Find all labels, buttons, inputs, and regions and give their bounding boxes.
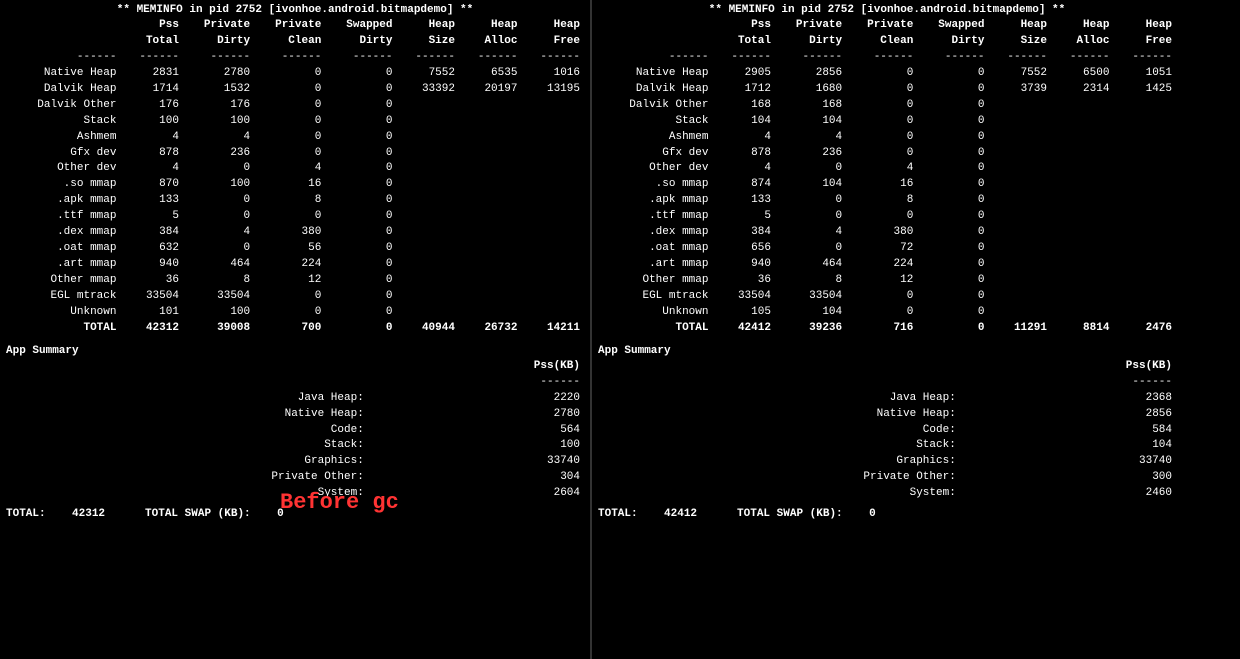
left-meminfo-table: PssTotal PrivateDirty PrivateClean Swapp… xyxy=(6,18,584,337)
right-col-pss: PssTotal xyxy=(712,18,774,50)
table-row: .apk mmap133080 xyxy=(598,193,1176,209)
left-title: ** MEMINFO in pid 2752 [ivonhoe.android.… xyxy=(6,4,584,16)
col-label xyxy=(6,18,120,50)
table-row: .ttf mmap5000 xyxy=(598,209,1176,225)
right-col-swapped-dirty: SwappedDirty xyxy=(917,18,988,50)
table-row: Stack10010000 xyxy=(6,114,584,130)
right-swap-label: TOTAL SWAP (KB): 0 xyxy=(737,508,876,520)
col-heap-free: HeapFree xyxy=(521,18,584,50)
table-row: Other dev4040 xyxy=(598,161,1176,177)
table-row: Gfx dev87823600 xyxy=(598,146,1176,162)
col-heap-size: HeapSize xyxy=(396,18,458,50)
table-row: .oat mmap6320560 xyxy=(6,241,584,257)
left-app-header: Pss(KB) xyxy=(6,359,584,375)
col-pss: PssTotal xyxy=(120,18,182,50)
table-row: EGL mtrack335043350400 xyxy=(6,289,584,305)
table-row: Native Heap2831278000755265351016 xyxy=(6,66,584,82)
table-row: .so mmap870100160 xyxy=(6,177,584,193)
table-row: Stack10410400 xyxy=(598,114,1176,130)
table-row: Dalvik Other16816800 xyxy=(598,98,1176,114)
list-item: Native Heap:2780 xyxy=(6,407,584,423)
table-row: Other dev4040 xyxy=(6,161,584,177)
right-col-label xyxy=(598,18,712,50)
left-psskb-header: Pss(KB) xyxy=(368,359,584,375)
list-item: Stack:104 xyxy=(598,438,1176,454)
table-row: Unknown10510400 xyxy=(598,305,1176,321)
table-row: Ashmem4400 xyxy=(598,130,1176,146)
before-gc-label: Before gc xyxy=(280,490,399,515)
right-col-heap-free: HeapFree xyxy=(1113,18,1176,50)
list-item: Graphics:33740 xyxy=(598,454,1176,470)
list-item: Private Other:300 xyxy=(598,470,1176,486)
left-app-dash: ------ xyxy=(6,375,584,391)
table-row: TOTAL424123923671601129188142476 xyxy=(598,321,1176,337)
table-row: EGL mtrack335043350400 xyxy=(598,289,1176,305)
table-row: .dex mmap38443800 xyxy=(598,225,1176,241)
table-row: Other mmap368120 xyxy=(598,273,1176,289)
table-row: Native Heap2905285600755265001051 xyxy=(598,66,1176,82)
right-col-heap-size: HeapSize xyxy=(988,18,1050,50)
table-row: .oat mmap6560720 xyxy=(598,241,1176,257)
right-col-priv-clean: PrivateClean xyxy=(846,18,917,50)
list-item: Private Other:304 xyxy=(6,470,584,486)
right-total-label: TOTAL: 42412 xyxy=(598,508,697,520)
table-row: .apk mmap133080 xyxy=(6,193,584,209)
table-row: Dalvik Other17617600 xyxy=(6,98,584,114)
table-row: Dalvik Heap1714153200333922019713195 xyxy=(6,82,584,98)
list-item: Native Heap:2856 xyxy=(598,407,1176,423)
right-table-body: Native Heap2905285600755265001051Dalvik … xyxy=(598,66,1176,337)
table-row: Ashmem4400 xyxy=(6,130,584,146)
table-row: Dalvik Heap1712168000373923141425 xyxy=(598,82,1176,98)
right-psskb-header: Pss(KB) xyxy=(960,359,1176,375)
table-row: .art mmap9404642240 xyxy=(598,257,1176,273)
left-dash-row: ------ ------ ------ ------ ------ -----… xyxy=(6,50,584,66)
right-col-heap-alloc: HeapAlloc xyxy=(1051,18,1113,50)
col-heap-alloc: HeapAlloc xyxy=(459,18,521,50)
table-row: Gfx dev87823600 xyxy=(6,146,584,162)
list-item: System:2460 xyxy=(598,486,1176,502)
right-col-priv-dirty: PrivateDirty xyxy=(775,18,846,50)
col-priv-clean: PrivateClean xyxy=(254,18,325,50)
col-priv-dirty: PrivateDirty xyxy=(183,18,254,50)
list-item: Java Heap:2368 xyxy=(598,391,1176,407)
left-panel: ** MEMINFO in pid 2752 [ivonhoe.android.… xyxy=(0,0,590,659)
right-dash-row: ------ ------ ------ ------ ------ -----… xyxy=(598,50,1176,66)
left-app-summary-title: App Summary xyxy=(6,345,584,357)
right-bottom: TOTAL: 42412 TOTAL SWAP (KB): 0 xyxy=(598,508,1176,520)
right-panel: ** MEMINFO in pid 2752 [ivonhoe.android.… xyxy=(592,0,1182,659)
table-row: .dex mmap38443800 xyxy=(6,225,584,241)
right-app-summary-table: Pss(KB) ------ Java Heap:2368Native Heap… xyxy=(598,359,1176,502)
left-total-label: TOTAL: 42312 xyxy=(6,508,105,520)
left-swap-label: TOTAL SWAP (KB): 0 xyxy=(145,508,284,520)
right-header-row: PssTotal PrivateDirty PrivateClean Swapp… xyxy=(598,18,1176,50)
table-row: Other mmap368120 xyxy=(6,273,584,289)
list-item: Graphics:33740 xyxy=(6,454,584,470)
col-swapped-dirty: SwappedDirty xyxy=(325,18,396,50)
right-app-summary: App Summary Pss(KB) ------ Java Heap:236… xyxy=(598,345,1176,520)
left-app-summary-table: Pss(KB) ------ Java Heap:2220Native Heap… xyxy=(6,359,584,502)
table-row: Unknown10110000 xyxy=(6,305,584,321)
table-row: TOTAL42312390087000409442673214211 xyxy=(6,321,584,337)
list-item: Stack:100 xyxy=(6,438,584,454)
table-row: .ttf mmap5000 xyxy=(6,209,584,225)
left-header-row: PssTotal PrivateDirty PrivateClean Swapp… xyxy=(6,18,584,50)
right-meminfo-table: PssTotal PrivateDirty PrivateClean Swapp… xyxy=(598,18,1176,337)
left-app-table-body: Java Heap:2220Native Heap:2780Code:564St… xyxy=(6,391,584,503)
left-table-body: Native Heap2831278000755265351016Dalvik … xyxy=(6,66,584,337)
right-app-dash: ------ xyxy=(598,375,1176,391)
table-row: .art mmap9404642240 xyxy=(6,257,584,273)
list-item: Code:584 xyxy=(598,423,1176,439)
right-title: ** MEMINFO in pid 2752 [ivonhoe.android.… xyxy=(598,4,1176,16)
right-app-table-body: Java Heap:2368Native Heap:2856Code:584St… xyxy=(598,391,1176,503)
right-app-header: Pss(KB) xyxy=(598,359,1176,375)
list-item: Code:564 xyxy=(6,423,584,439)
right-app-summary-title: App Summary xyxy=(598,345,1176,357)
list-item: Java Heap:2220 xyxy=(6,391,584,407)
table-row: .so mmap874104160 xyxy=(598,177,1176,193)
